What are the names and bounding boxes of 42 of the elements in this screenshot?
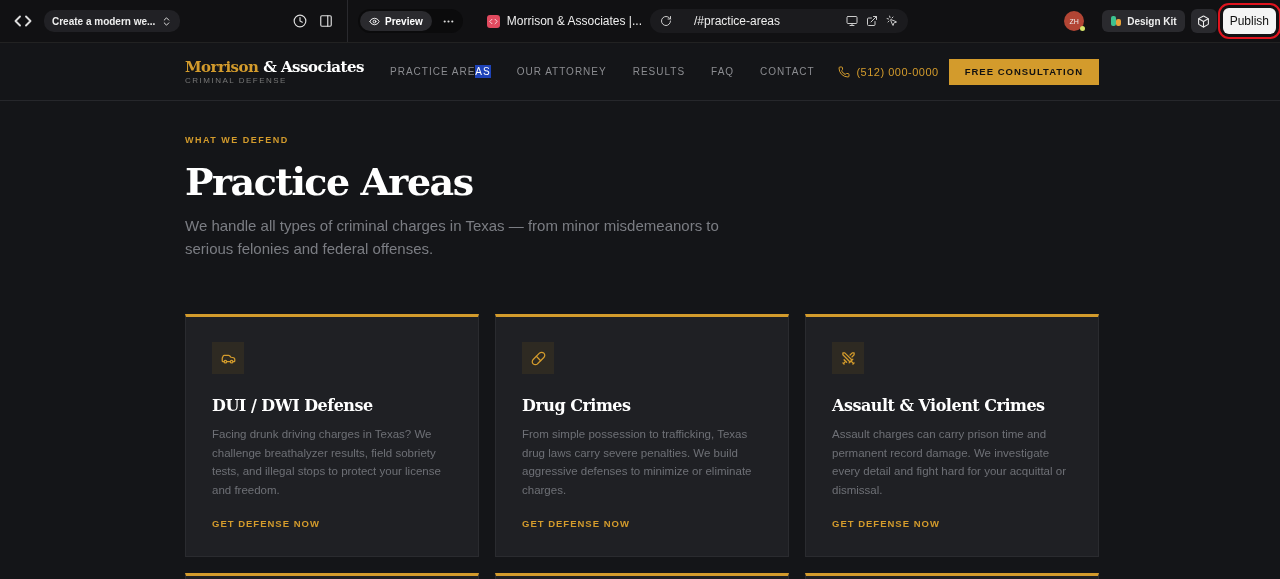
card-link[interactable]: GET DEFENSE NOW <box>832 518 1072 529</box>
monitor-icon[interactable] <box>846 15 858 27</box>
consultation-button[interactable]: FREE CONSULTATION <box>948 58 1099 85</box>
card-text: Assault charges can carry prison time and permanent record damage. We investigate every detail and fight hard for your acquittal or dismissal. <box>832 427 1067 498</box>
palette-icon <box>1110 15 1123 27</box>
car-icon <box>212 342 244 374</box>
nav-link[interactable]: FAQ <box>711 66 735 77</box>
page-title: Morrison & Associates |... <box>506 14 642 28</box>
pointer-icon[interactable] <box>886 15 898 27</box>
eye-icon <box>369 15 380 27</box>
project-selector[interactable]: Create a modern we... <box>44 10 181 32</box>
card-link[interactable]: GET DEFENSE NOW <box>522 518 762 529</box>
history-icon[interactable] <box>293 14 307 28</box>
card-title: Drug Crimes <box>522 396 632 415</box>
section-eyebrow: WHAT WE DEFEND <box>185 135 290 145</box>
card-title: DUI / DWI Defense <box>212 396 374 415</box>
external-link-icon[interactable] <box>866 15 878 27</box>
brand-tagline: CRIMINAL DEFENSE <box>185 76 288 85</box>
phone-link[interactable]: (512) 000-0000 <box>838 65 939 78</box>
nav-link[interactable]: CONTACT <box>760 66 815 77</box>
url-text: /#practice-areas <box>694 14 782 28</box>
cube-icon <box>1197 14 1211 28</box>
brand-name[interactable]: Morrison & Associates <box>185 58 390 76</box>
panel-icon[interactable] <box>319 14 333 28</box>
card-title: Assault & Violent Crimes <box>832 396 1046 415</box>
url-bar[interactable]: /#practice-areas <box>650 9 908 33</box>
section-title: Practice Areas <box>185 159 474 204</box>
reload-icon[interactable] <box>660 15 672 27</box>
nav-link[interactable]: OUR ATTORNEY <box>516 66 607 77</box>
site-favicon-icon <box>486 14 500 28</box>
card-link[interactable]: GET DEFENSE NOW <box>212 518 452 529</box>
cube-button[interactable] <box>1190 9 1217 33</box>
card-text: From simple possession to trafficking, Texas drug laws carry severe penalties. We build aggressive defenses to minimize or eliminate charges. <box>522 427 753 498</box>
preview-button[interactable]: Preview <box>360 11 432 31</box>
section-subtitle: We handle all types of criminal charges in Texas — from minor misdemeanors to serious felonies and federal offenses. <box>185 216 720 259</box>
phone-icon <box>838 65 851 78</box>
card-text: Facing drunk driving charges in Texas? We challenge breathalyzer results, field sobriety tests, and illegal stops to protect your license and freedom. <box>212 427 442 498</box>
nav-link[interactable]: RESULTS <box>632 66 686 77</box>
design-kit-button[interactable]: Design Kit <box>1102 10 1185 32</box>
pill-icon <box>522 342 554 374</box>
crossed-swords-icon <box>832 342 864 374</box>
status-dot-icon <box>1080 26 1086 31</box>
